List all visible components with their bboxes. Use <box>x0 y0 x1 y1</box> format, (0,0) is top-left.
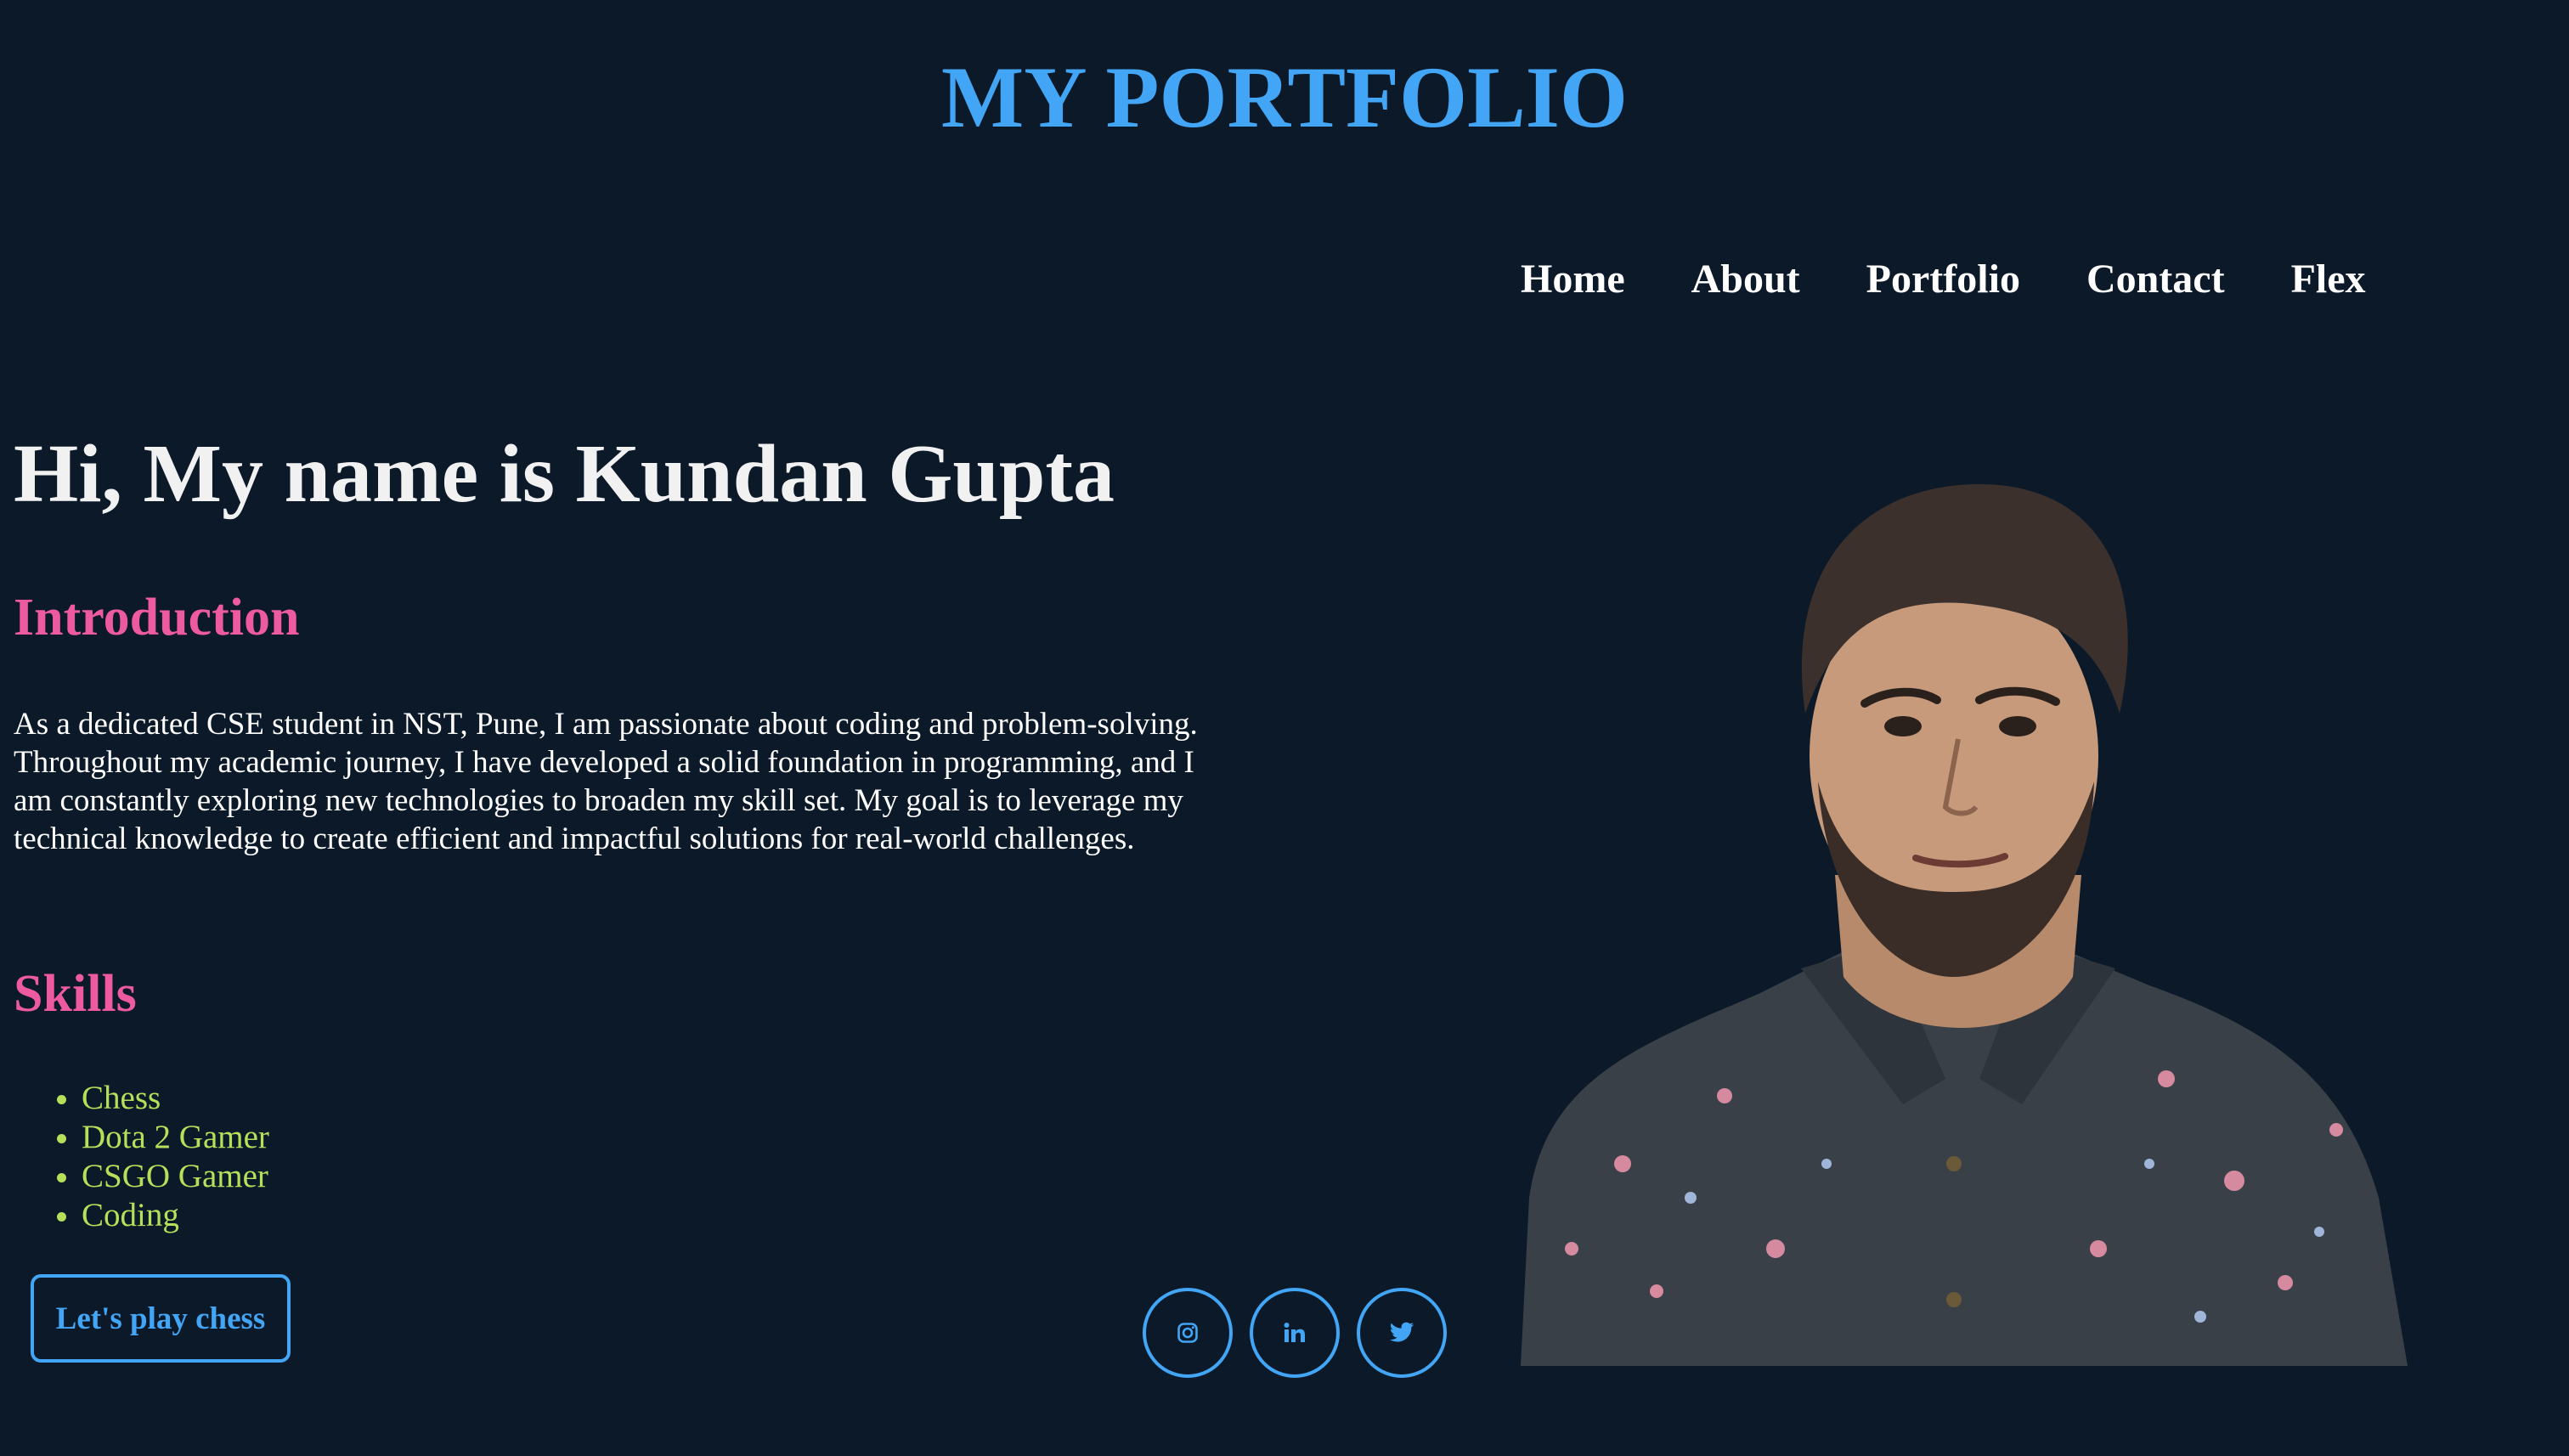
portfolio-page: MY PORTFOLIO Home About Portfolio Contac… <box>0 0 2569 1456</box>
introduction-text: As a dedicated CSE student in NST, Pune,… <box>14 707 1198 856</box>
skills-heading: Skills <box>14 965 137 1023</box>
nav-item-flex[interactable]: Flex <box>2291 255 2366 304</box>
skills-list: Chess Dota 2 Gamer CSGO Gamer Coding <box>14 1079 269 1235</box>
play-chess-button[interactable]: Let's play chess <box>31 1274 291 1363</box>
linkedin-icon <box>1284 1323 1305 1342</box>
twitter-link[interactable] <box>1357 1288 1447 1378</box>
instagram-icon <box>1177 1323 1198 1343</box>
site-title: MY PORTFOLIO <box>941 49 1628 146</box>
skill-item-dota: Dota 2 Gamer <box>82 1118 269 1157</box>
skill-item-coding: Coding <box>82 1196 269 1235</box>
nav-item-about[interactable]: About <box>1691 255 1800 304</box>
skill-item-chess: Chess <box>82 1079 269 1118</box>
instagram-link[interactable] <box>1143 1288 1233 1378</box>
main-nav: Home About Portfolio Contact Flex <box>1521 255 2366 304</box>
skill-item-csgo: CSGO Gamer <box>82 1157 269 1196</box>
nav-item-portfolio[interactable]: Portfolio <box>1866 255 2020 304</box>
nav-item-contact[interactable]: Contact <box>2086 255 2225 304</box>
twitter-icon <box>1389 1322 1414 1342</box>
social-links <box>1143 1288 1447 1378</box>
hero-heading: Hi, My name is Kundan Gupta <box>14 428 1115 520</box>
linkedin-link[interactable] <box>1250 1288 1340 1378</box>
nav-item-home[interactable]: Home <box>1521 255 1625 304</box>
introduction-heading: Introduction <box>14 589 300 646</box>
profile-photo <box>1521 484 2408 1366</box>
